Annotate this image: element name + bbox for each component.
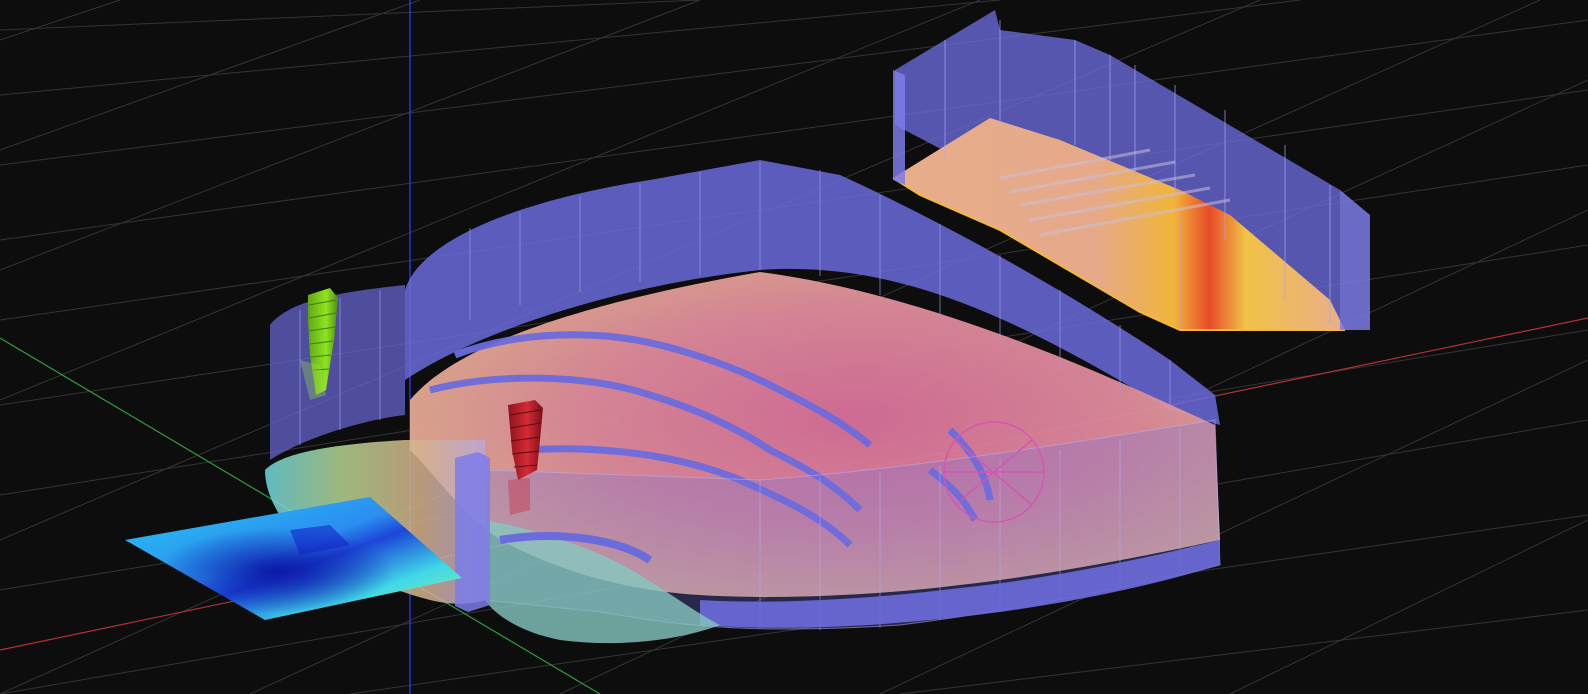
hall-left-wall xyxy=(270,285,405,460)
3d-viewport[interactable] xyxy=(0,0,1588,694)
stage-column xyxy=(455,452,490,612)
